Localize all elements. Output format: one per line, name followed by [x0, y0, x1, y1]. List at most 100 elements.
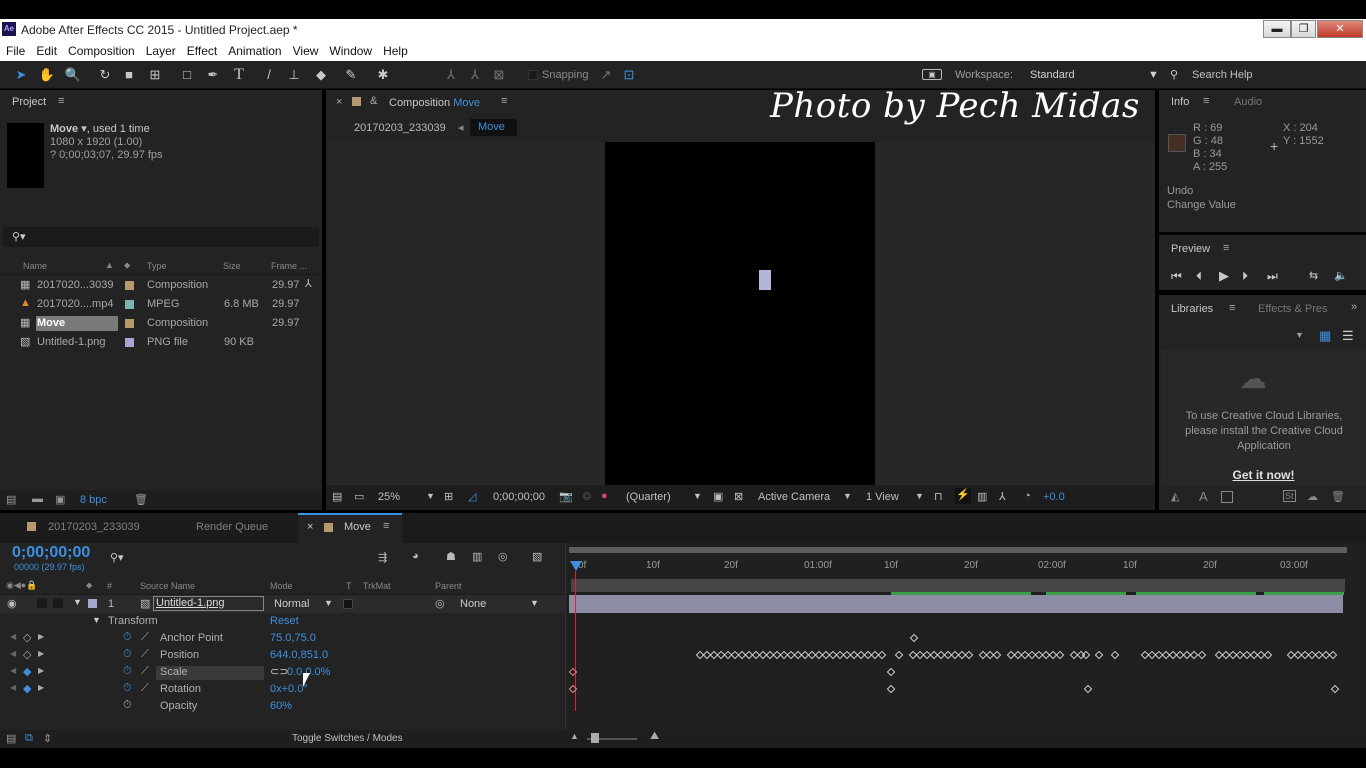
speaker-icon[interactable]: 🔈 — [1334, 269, 1348, 282]
selection-tool-icon[interactable]: ➤ — [12, 66, 30, 84]
panel-menu-icon[interactable]: ≡ — [1203, 95, 1209, 107]
new-folder-icon[interactable]: ▬ — [32, 493, 43, 505]
item-label-swatch[interactable] — [125, 300, 134, 309]
trash-icon[interactable]: 🗑 — [1331, 490, 1345, 503]
text-style-icon[interactable]: A — [1199, 489, 1208, 504]
brush-tool-icon[interactable]: / — [260, 66, 278, 84]
flowchart-icon[interactable]: ⅄ — [305, 277, 312, 290]
project-item[interactable]: ▦ Move Composition 29.97 — [0, 314, 322, 333]
chevron-down-icon[interactable]: ▼ — [915, 491, 924, 501]
menu-file[interactable]: File — [0, 41, 30, 58]
lock-icon[interactable]: & — [370, 95, 377, 107]
color-channels-icon[interactable]: ● — [601, 490, 608, 502]
snapping-checkbox[interactable] — [528, 70, 538, 80]
snap-features-icon[interactable]: ⊡ — [620, 66, 638, 84]
panel-menu-icon[interactable]: ≡ — [1223, 242, 1229, 254]
col-type[interactable]: Type — [147, 261, 167, 271]
col-frame[interactable]: Frame ... — [271, 261, 307, 271]
property-row-anchor-point[interactable]: ◀ ◇ ▶ ⏱ ⟋ Anchor Point 75.0,75.0 — [0, 630, 565, 647]
layer-duration-bar[interactable] — [569, 595, 1343, 613]
loop-icon[interactable]: ⇆ — [1309, 269, 1318, 282]
breadcrumb-parent[interactable]: 20170203_233039 — [354, 122, 446, 134]
current-time[interactable]: 0;00;00;00 — [493, 491, 545, 503]
keyframe-add-icon[interactable]: ◇ — [23, 631, 31, 644]
search-help-input[interactable]: Search Help — [1192, 69, 1253, 81]
keyframe-nav-icon[interactable]: ▶ — [38, 649, 44, 658]
keyframe[interactable] — [964, 650, 974, 660]
timeline-graph[interactable]: 0f 10f 20f 01:00f 10f 20f 02:00f 10f 20f 03:00f — [565, 543, 1366, 738]
reset-link[interactable]: Reset — [270, 615, 299, 627]
sync-icon[interactable]: ☁ — [1307, 490, 1318, 503]
tab-info[interactable]: Info — [1171, 96, 1189, 108]
project-search-input[interactable]: ⚲▾ — [3, 227, 319, 247]
mask-visibility-icon[interactable]: ◿ — [468, 490, 476, 503]
transform-group[interactable]: ▼ Transform Reset — [0, 613, 565, 630]
col-size[interactable]: Size — [223, 261, 241, 271]
keyframe[interactable] — [1094, 650, 1104, 660]
axis-local-icon[interactable]: ⅄ — [442, 66, 460, 84]
project-item[interactable]: ▧ Untitled-1.png PNG file 90 KB — [0, 333, 322, 352]
zoom-slider-thumb[interactable] — [591, 733, 599, 743]
search-icon[interactable]: ⚲ — [1170, 68, 1178, 81]
menu-help[interactable]: Help — [377, 41, 413, 58]
keyframe[interactable] — [1197, 650, 1207, 660]
last-frame-icon[interactable]: ⏭ — [1267, 269, 1278, 284]
project-item[interactable]: ▦ 2017020...3039 Composition 29.97 — [0, 276, 322, 295]
menu-window[interactable]: Window — [323, 41, 377, 58]
interpret-footage-icon[interactable]: ▤ — [6, 493, 16, 506]
trash-icon[interactable]: 🗑 — [134, 493, 148, 506]
layer-row[interactable]: ◉ ▼ 1 ▧ Untitled-1.png Normal ▼ ◎ None ▼ — [0, 595, 565, 613]
chevron-down-icon[interactable]: ▼ — [530, 598, 539, 608]
resolution-value[interactable]: (Quarter) — [626, 491, 671, 503]
panel-menu-icon[interactable]: ≡ — [501, 95, 507, 107]
close-button[interactable]: ✕ — [1317, 20, 1363, 38]
comp-canvas[interactable] — [605, 142, 875, 485]
col-t[interactable]: T — [346, 581, 352, 591]
graph-icon[interactable]: ⟋ — [141, 682, 149, 695]
tab-comp-20170203[interactable]: 20170203_233039 — [48, 521, 140, 533]
chevrons-right-icon[interactable]: » — [1351, 301, 1357, 313]
stopwatch-icon[interactable]: ⏱ — [123, 699, 132, 712]
zoom-tool-icon[interactable]: 🔍 — [64, 66, 82, 84]
work-area-range[interactable] — [571, 579, 1345, 592]
panel-menu-icon[interactable]: ≡ — [1229, 302, 1235, 314]
stopwatch-icon[interactable]: ⏱ — [123, 631, 132, 644]
keyframe[interactable] — [1081, 650, 1091, 660]
layer-switches-icon[interactable]: ▤ — [6, 732, 16, 745]
in-out-icon[interactable]: ⇕ — [43, 732, 52, 745]
keyframe[interactable] — [877, 650, 887, 660]
draft-3d-icon[interactable]: ◕ — [412, 550, 419, 562]
type-tool-icon[interactable]: T — [230, 66, 248, 84]
hand-tool-icon[interactable]: ✋ — [38, 66, 56, 84]
exposure-value[interactable]: +0.0 — [1043, 491, 1065, 503]
close-icon[interactable]: × — [336, 96, 342, 108]
stopwatch-icon[interactable]: ⏱ — [123, 682, 132, 695]
toggle-switches-modes[interactable]: Toggle Switches / Modes — [292, 733, 403, 744]
tab-render-queue[interactable]: Render Queue — [196, 521, 268, 533]
add-content-icon[interactable]: ◭ — [1171, 490, 1179, 503]
always-preview-icon[interactable]: ▤ — [332, 490, 342, 503]
tab-audio[interactable]: Audio — [1234, 96, 1262, 108]
previous-frame-icon[interactable]: ⏴ — [1196, 269, 1202, 284]
item-label-swatch[interactable] — [125, 281, 134, 290]
safe-zones-icon[interactable]: ⊞ — [444, 490, 453, 503]
shy-layers-icon[interactable]: ☗ — [446, 550, 456, 563]
region-of-interest-icon[interactable]: ▣ — [713, 490, 723, 503]
keyframe-nav-icon[interactable]: ◀ — [10, 649, 16, 658]
comp-viewer[interactable] — [328, 142, 1155, 485]
chevron-down-icon[interactable]: ▼ — [426, 491, 435, 501]
snapshot-icon[interactable]: 📷 — [559, 490, 573, 503]
menu-animation[interactable]: Animation — [222, 41, 286, 58]
project-item[interactable]: ▲ 2017020....mp4 MPEG 6.8 MB 29.97 — [0, 295, 322, 314]
timeline-search-input[interactable]: ⚲▾ — [110, 551, 260, 567]
keyframe-nav-icon[interactable]: ▶ — [38, 632, 44, 641]
keyframe[interactable] — [1330, 684, 1340, 694]
col-source-name[interactable]: Source Name — [140, 581, 195, 591]
keyframe[interactable] — [1083, 684, 1093, 694]
graph-icon[interactable]: ⟋ — [141, 665, 149, 678]
preserve-transparency-checkbox[interactable] — [343, 599, 353, 609]
timeline-timecode[interactable]: 0;00;00;00 — [12, 544, 90, 562]
show-snapshot-icon[interactable]: ♲ — [582, 490, 592, 503]
keyframe-nav-icon[interactable]: ▶ — [38, 666, 44, 675]
property-row-rotation[interactable]: ◀ ◆ ▶ ⏱ ⟋ Rotation 0x+0.0° — [0, 681, 565, 698]
